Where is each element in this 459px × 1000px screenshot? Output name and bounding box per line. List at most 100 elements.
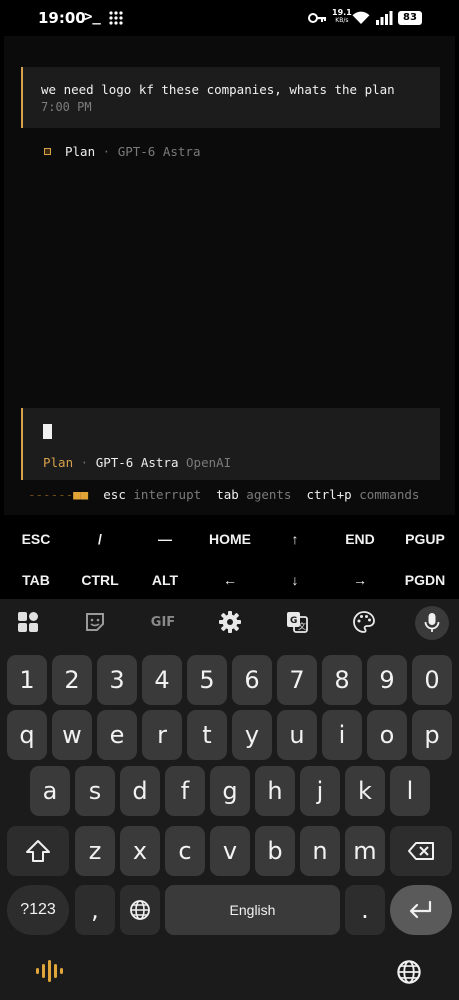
key-w[interactable]: w bbox=[52, 710, 92, 760]
status-bar: 19:00 >_ 19.1 KB/s 83 bbox=[0, 0, 459, 36]
text-cursor bbox=[43, 424, 52, 439]
key-0[interactable]: 0 bbox=[412, 655, 452, 705]
hint-key-ctrlp: ctrl+p bbox=[306, 487, 352, 502]
user-message-text: we need logo kf these companies, whats t… bbox=[41, 82, 395, 97]
extra-key-ctrl[interactable]: CTRL bbox=[70, 572, 130, 588]
extra-key-tab[interactable]: TAB bbox=[6, 572, 66, 588]
key-u[interactable]: u bbox=[277, 710, 317, 760]
key-o[interactable]: o bbox=[367, 710, 407, 760]
backspace-key[interactable] bbox=[390, 826, 452, 876]
extra-keys-bar: ESC / — HOME ↑ END PGUP TAB CTRL ALT ← ↓… bbox=[0, 517, 459, 599]
translate-icon[interactable]: G 文 bbox=[284, 609, 310, 635]
key-7[interactable]: 7 bbox=[277, 655, 317, 705]
extra-key-left[interactable]: ← bbox=[200, 572, 260, 588]
key-x[interactable]: x bbox=[120, 826, 160, 876]
prompt-input-block[interactable]: Plan · GPT-6 Astra OpenAI bbox=[21, 408, 440, 480]
wifi-icon bbox=[352, 11, 370, 24]
gif-icon[interactable]: GIF bbox=[146, 609, 180, 635]
palette-icon[interactable] bbox=[351, 609, 377, 635]
extra-key-pgup[interactable]: PGUP bbox=[395, 531, 455, 547]
extra-key-right[interactable]: → bbox=[330, 572, 390, 588]
key-8[interactable]: 8 bbox=[322, 655, 362, 705]
key-d[interactable]: d bbox=[120, 766, 160, 816]
key-l[interactable]: l bbox=[390, 766, 430, 816]
network-speed-unit: KB/s bbox=[335, 17, 349, 24]
key-6[interactable]: 6 bbox=[232, 655, 272, 705]
key-h[interactable]: h bbox=[255, 766, 295, 816]
extra-key-up[interactable]: ↑ bbox=[265, 531, 325, 547]
period-key[interactable]: . bbox=[345, 885, 385, 935]
settings-icon[interactable] bbox=[217, 609, 243, 635]
agent-status-line: Plan · GPT-6 Astra bbox=[44, 144, 201, 159]
key-5[interactable]: 5 bbox=[187, 655, 227, 705]
key-f[interactable]: f bbox=[165, 766, 205, 816]
key-p[interactable]: p bbox=[412, 710, 452, 760]
apps-icon[interactable] bbox=[15, 609, 41, 635]
dots-grid-icon bbox=[109, 11, 123, 25]
comma-key[interactable]: , bbox=[75, 885, 115, 935]
symbols-key[interactable]: ?123 bbox=[7, 885, 69, 935]
input-provider-name: OpenAI bbox=[186, 455, 232, 470]
extra-key-alt[interactable]: ALT bbox=[135, 572, 195, 588]
language-key[interactable] bbox=[120, 885, 160, 935]
shift-key[interactable] bbox=[7, 826, 69, 876]
network-speed: 19.1 KB/s bbox=[332, 9, 352, 25]
key-y[interactable]: y bbox=[232, 710, 272, 760]
key-t[interactable]: t bbox=[187, 710, 227, 760]
svg-text:文: 文 bbox=[298, 621, 306, 631]
extra-key-end[interactable]: END bbox=[330, 531, 390, 547]
hint-desc-esc: interrupt bbox=[133, 487, 202, 502]
key-a[interactable]: a bbox=[30, 766, 70, 816]
user-message-block: we need logo kf these companies, whats t… bbox=[21, 67, 440, 128]
extra-key-esc[interactable]: ESC bbox=[6, 531, 66, 547]
hint-key-esc: esc bbox=[103, 487, 126, 502]
key-k[interactable]: k bbox=[345, 766, 385, 816]
key-4[interactable]: 4 bbox=[142, 655, 182, 705]
key-s[interactable]: s bbox=[75, 766, 115, 816]
backspace-icon bbox=[408, 842, 434, 860]
key-9[interactable]: 9 bbox=[367, 655, 407, 705]
key-2[interactable]: 2 bbox=[52, 655, 92, 705]
key-i[interactable]: i bbox=[322, 710, 362, 760]
mic-icon[interactable] bbox=[415, 606, 449, 640]
extra-key-home[interactable]: HOME bbox=[200, 531, 260, 547]
hint-desc-ctrlp: commands bbox=[359, 487, 420, 502]
extra-key-pgdn[interactable]: PGDN bbox=[395, 572, 455, 588]
battery-indicator: 83 bbox=[398, 11, 422, 25]
enter-icon bbox=[409, 900, 432, 919]
key-n[interactable]: n bbox=[300, 826, 340, 876]
vpn-key-icon bbox=[308, 13, 326, 23]
space-bar[interactable]: English bbox=[165, 885, 340, 935]
hint-desc-tab: agents bbox=[246, 487, 292, 502]
input-model-name[interactable]: GPT-6 Astra bbox=[96, 455, 179, 470]
progress-blocks: ■■ bbox=[73, 487, 89, 502]
key-m[interactable]: m bbox=[345, 826, 385, 876]
extra-key-slash[interactable]: / bbox=[70, 531, 130, 547]
voice-wave-icon[interactable] bbox=[35, 959, 63, 983]
key-r[interactable]: r bbox=[142, 710, 182, 760]
input-mode-label[interactable]: Plan bbox=[43, 455, 73, 470]
key-3[interactable]: 3 bbox=[97, 655, 137, 705]
key-j[interactable]: j bbox=[300, 766, 340, 816]
key-b[interactable]: b bbox=[255, 826, 295, 876]
language-globe-icon[interactable] bbox=[396, 959, 422, 985]
hint-key-tab: tab bbox=[216, 487, 239, 502]
key-1[interactable]: 1 bbox=[7, 655, 47, 705]
key-e[interactable]: e bbox=[97, 710, 137, 760]
terminal-view[interactable]: we need logo kf these companies, whats t… bbox=[4, 36, 455, 515]
extra-key-down[interactable]: ↓ bbox=[265, 572, 325, 588]
key-c[interactable]: c bbox=[165, 826, 205, 876]
enter-key[interactable] bbox=[390, 885, 452, 935]
signal-icon bbox=[376, 11, 393, 25]
shift-icon bbox=[26, 840, 50, 862]
agent-status-icon bbox=[44, 148, 51, 155]
agent-model: GPT-6 Astra bbox=[117, 144, 201, 159]
sticker-icon[interactable] bbox=[82, 609, 108, 635]
key-z[interactable]: z bbox=[75, 826, 115, 876]
agent-label: Plan bbox=[65, 144, 96, 159]
key-g[interactable]: g bbox=[210, 766, 250, 816]
key-q[interactable]: q bbox=[7, 710, 47, 760]
key-v[interactable]: v bbox=[210, 826, 250, 876]
globe-icon bbox=[130, 900, 150, 920]
extra-key-dash[interactable]: — bbox=[135, 531, 195, 547]
